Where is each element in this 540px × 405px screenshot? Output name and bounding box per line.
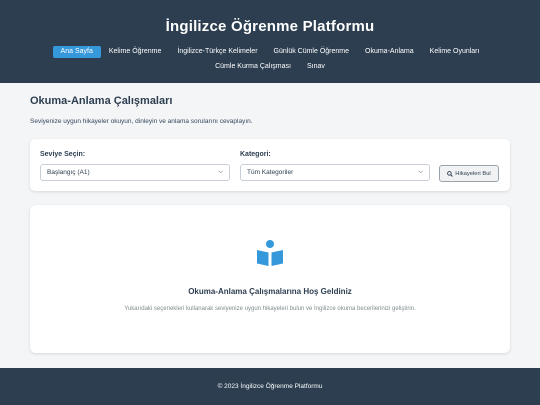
nav-item-reading[interactable]: Okuma-Anlama (357, 46, 422, 58)
nav-item-word-games[interactable]: Kelime Oyunları (422, 46, 488, 58)
nav-item-exam[interactable]: Sınav (299, 61, 333, 73)
find-stories-button[interactable]: Hikayeleri Bul (439, 165, 499, 182)
welcome-text: Yukarıdaki seçenekleri kullanarak seviye… (124, 306, 416, 312)
category-select-value: Tüm Kategoriler (247, 169, 294, 176)
nav-item-daily-sentence[interactable]: Günlük Cümle Öğrenme (266, 46, 357, 58)
level-select[interactable]: Başlangıç (A1) ⌵ (40, 164, 230, 181)
main-nav: Ana Sayfa Kelime Öğrenme İngilizce-Türkç… (30, 46, 510, 73)
welcome-card: Okuma-Anlama Çalışmalarına Hoş Geldiniz … (30, 205, 510, 353)
nav-item-english-turkish-words[interactable]: İngilizce-Türkçe Kelimeler (169, 46, 265, 58)
footer-copyright: © 2023 İngilizce Öğrenme Platformu (217, 383, 323, 390)
chevron-down-icon: ⌵ (418, 169, 423, 175)
category-label: Kategori: (240, 151, 271, 158)
nav-item-home[interactable]: Ana Sayfa (52, 46, 101, 58)
page-description: Seviyenize uygun hikayeler okuyun, dinle… (30, 118, 253, 125)
welcome-title: Okuma-Anlama Çalışmalarına Hoş Geldiniz (188, 287, 352, 296)
filter-card: Seviye Seçin: Başlangıç (A1) ⌵ Kategori:… (30, 139, 510, 191)
search-icon (447, 170, 454, 177)
page-title: Okuma-Anlama Çalışmaları (30, 95, 173, 107)
site-title: İngilizce Öğrenme Platformu (165, 18, 375, 35)
chevron-down-icon: ⌵ (218, 169, 223, 175)
level-label: Seviye Seçin: (40, 151, 86, 158)
category-select[interactable]: Tüm Kategoriler ⌵ (240, 164, 430, 181)
nav-item-sentence-building[interactable]: Cümle Kurma Çalışması (207, 61, 299, 73)
book-reader-icon (257, 240, 283, 266)
site-footer: © 2023 İngilizce Öğrenme Platformu (0, 368, 540, 405)
find-stories-label: Hikayeleri Bul (455, 170, 491, 177)
site-header: İngilizce Öğrenme Platformu Ana Sayfa Ke… (0, 0, 540, 83)
nav-item-word-learning[interactable]: Kelime Öğrenme (101, 46, 170, 58)
level-select-value: Başlangıç (A1) (47, 169, 90, 176)
